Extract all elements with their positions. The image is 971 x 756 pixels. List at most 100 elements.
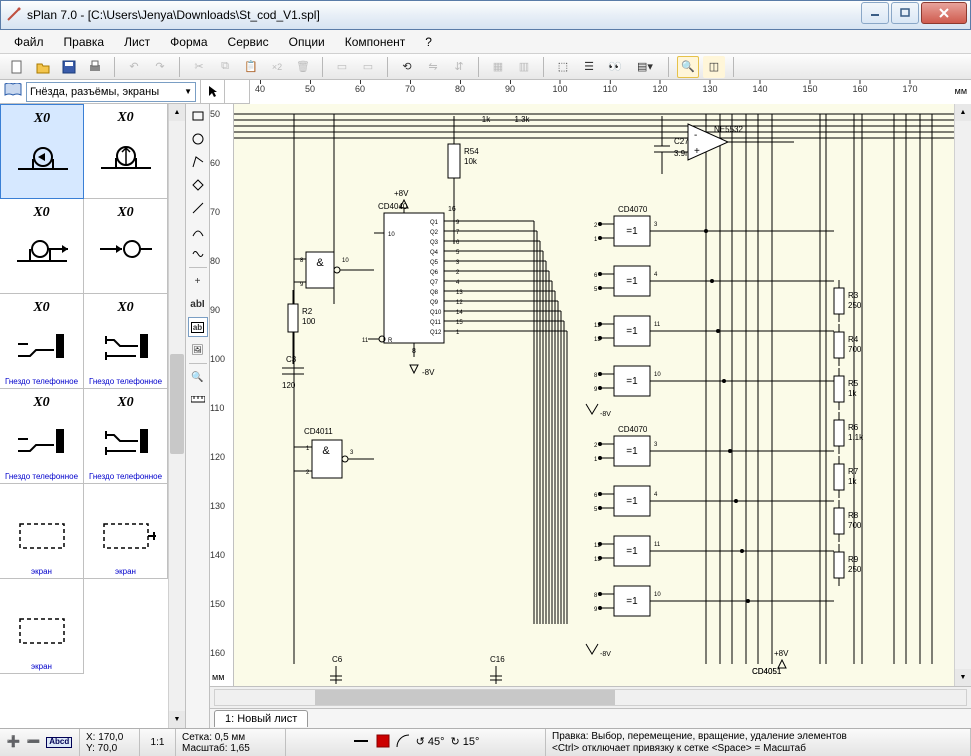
paste-button[interactable]: 📋 (240, 56, 262, 78)
drawing-toolbar: + abI ab 🖼 🔍 (186, 104, 210, 728)
palette-item[interactable]: X0Гнездо телефонное (84, 294, 168, 389)
svg-text:100: 100 (302, 317, 316, 326)
palette-item[interactable]: X0 (0, 199, 84, 294)
svg-text:Q5: Q5 (430, 260, 439, 266)
undo-button[interactable]: ↶ (123, 56, 145, 78)
menu-sheet[interactable]: Лист (120, 33, 154, 51)
svg-text:R5: R5 (848, 379, 859, 388)
poly-tool[interactable] (188, 152, 208, 172)
view-dropdown-button[interactable]: ▤▾ (630, 56, 660, 78)
back-button[interactable]: ▭ (357, 56, 379, 78)
freehand-tool[interactable] (188, 244, 208, 264)
vscroll-down-icon[interactable]: ▼ (955, 669, 971, 686)
palette-item[interactable]: X0 (84, 104, 168, 199)
window-minimize-button[interactable] (861, 2, 889, 24)
image-tool[interactable]: 🖼 (188, 340, 208, 360)
palette-item[interactable]: X0Гнездо телефонное (0, 389, 84, 484)
scroll-thumb[interactable] (170, 354, 184, 454)
menu-service[interactable]: Сервис (224, 33, 273, 51)
svg-text:Q9: Q9 (430, 300, 439, 306)
menu-edit[interactable]: Правка (60, 33, 109, 51)
status-pen-icon[interactable] (352, 734, 370, 751)
mirror-h-button[interactable]: ⇋ (422, 56, 444, 78)
svg-text:CD4011: CD4011 (304, 427, 333, 436)
save-button[interactable] (58, 56, 80, 78)
highlight-button[interactable]: ◫ (703, 56, 725, 78)
text-tool[interactable]: abI (188, 294, 208, 314)
circle-tool[interactable] (188, 129, 208, 149)
palette-item[interactable]: X0Гнездо телефонное (84, 389, 168, 484)
hscroll-thumb[interactable] (315, 690, 615, 705)
find-button[interactable]: 👀 (604, 56, 626, 78)
ungroup-button[interactable]: ▥ (513, 56, 535, 78)
svg-text:2: 2 (594, 223, 598, 229)
svg-text:4: 4 (654, 492, 658, 498)
svg-text:9: 9 (300, 282, 304, 288)
status-icon-plus[interactable]: ➕ (7, 736, 21, 748)
svg-text:R7: R7 (848, 467, 859, 476)
open-button[interactable] (32, 56, 54, 78)
duplicate-button[interactable]: ×2 (266, 56, 288, 78)
status-arc-icon[interactable] (396, 734, 410, 751)
select-area-button[interactable]: ⬚ (552, 56, 574, 78)
svg-text:=1: =1 (626, 546, 638, 557)
node-tool[interactable]: + (188, 271, 208, 291)
scroll-down-icon[interactable]: ▼ (169, 711, 185, 728)
scroll-up-icon[interactable]: ▲ (169, 104, 185, 121)
window-close-button[interactable] (921, 2, 967, 24)
rotate-ccw-button[interactable]: ⟲ (396, 56, 418, 78)
redo-button[interactable]: ↷ (149, 56, 171, 78)
print-button[interactable] (84, 56, 106, 78)
vscroll-up-icon[interactable]: ▲ (955, 104, 971, 121)
zoom-tool[interactable]: 🔍 (188, 367, 208, 387)
measure-tool[interactable] (188, 390, 208, 410)
front-button[interactable]: ▭ (331, 56, 353, 78)
svg-text:-: - (694, 130, 697, 141)
pointer-tool-icon[interactable] (201, 80, 225, 103)
palette-item[interactable]: X0 (0, 104, 84, 199)
palette-item[interactable]: X0Гнездо телефонное (0, 294, 84, 389)
palette-item[interactable]: экран (0, 484, 84, 579)
menu-file[interactable]: Файл (10, 33, 48, 51)
menu-form[interactable]: Форма (166, 33, 211, 51)
menu-help[interactable]: ? (421, 33, 436, 51)
window-titlebar: sPlan 7.0 - [C:\Users\Jenya\Downloads\St… (0, 0, 971, 30)
cut-button[interactable]: ✂ (188, 56, 210, 78)
library-icon (4, 83, 22, 100)
copy-button[interactable]: ⧉ (214, 56, 236, 78)
rect-tool[interactable] (188, 106, 208, 126)
schematic-canvas[interactable]: R5410k1k1.3kC273.9n-+NE5532+8VCD404016Q1… (234, 104, 954, 686)
menu-component[interactable]: Компонент (341, 33, 410, 51)
polygon-tool[interactable] (188, 175, 208, 195)
svg-text:9: 9 (594, 387, 598, 393)
svg-text:=1: =1 (626, 376, 638, 387)
list-button[interactable]: ☰ (578, 56, 600, 78)
delete-button[interactable]: 🗑 (292, 56, 314, 78)
canvas-hscrollbar[interactable] (214, 689, 967, 706)
new-button[interactable] (6, 56, 28, 78)
ratio-cell[interactable]: 1:1 (140, 729, 176, 756)
svg-text:R3: R3 (848, 291, 859, 300)
status-fill-icon[interactable] (376, 734, 390, 751)
group-button[interactable]: ▦ (487, 56, 509, 78)
status-angle1[interactable]: ↺ 45° (416, 736, 445, 748)
menu-options[interactable]: Опции (285, 33, 329, 51)
status-icon-minus[interactable]: ➖ (27, 736, 41, 748)
magnify-button[interactable]: 🔍 (677, 56, 699, 78)
svg-text:16: 16 (448, 206, 456, 213)
bezier-tool[interactable] (188, 221, 208, 241)
svg-text:+8V: +8V (774, 649, 789, 658)
palette-scrollbar[interactable]: ▲ ▼ (168, 104, 185, 728)
palette-item[interactable]: X0 (84, 199, 168, 294)
textframe-tool[interactable]: ab (188, 317, 208, 337)
canvas-vscrollbar[interactable]: ▲ ▼ (954, 104, 971, 686)
palette-item[interactable]: экран (0, 579, 84, 674)
library-combo[interactable]: Гнёзда, разъёмы, экраны ▼ (26, 82, 196, 102)
line-tool[interactable] (188, 198, 208, 218)
status-icon-abcd[interactable]: Abcd (46, 737, 72, 748)
palette-item[interactable]: экран (84, 484, 168, 579)
window-maximize-button[interactable] (891, 2, 919, 24)
sheet-tab[interactable]: 1: Новый лист (214, 710, 308, 727)
status-angle2[interactable]: ↻ 15° (451, 736, 480, 748)
mirror-v-button[interactable]: ⇵ (448, 56, 470, 78)
